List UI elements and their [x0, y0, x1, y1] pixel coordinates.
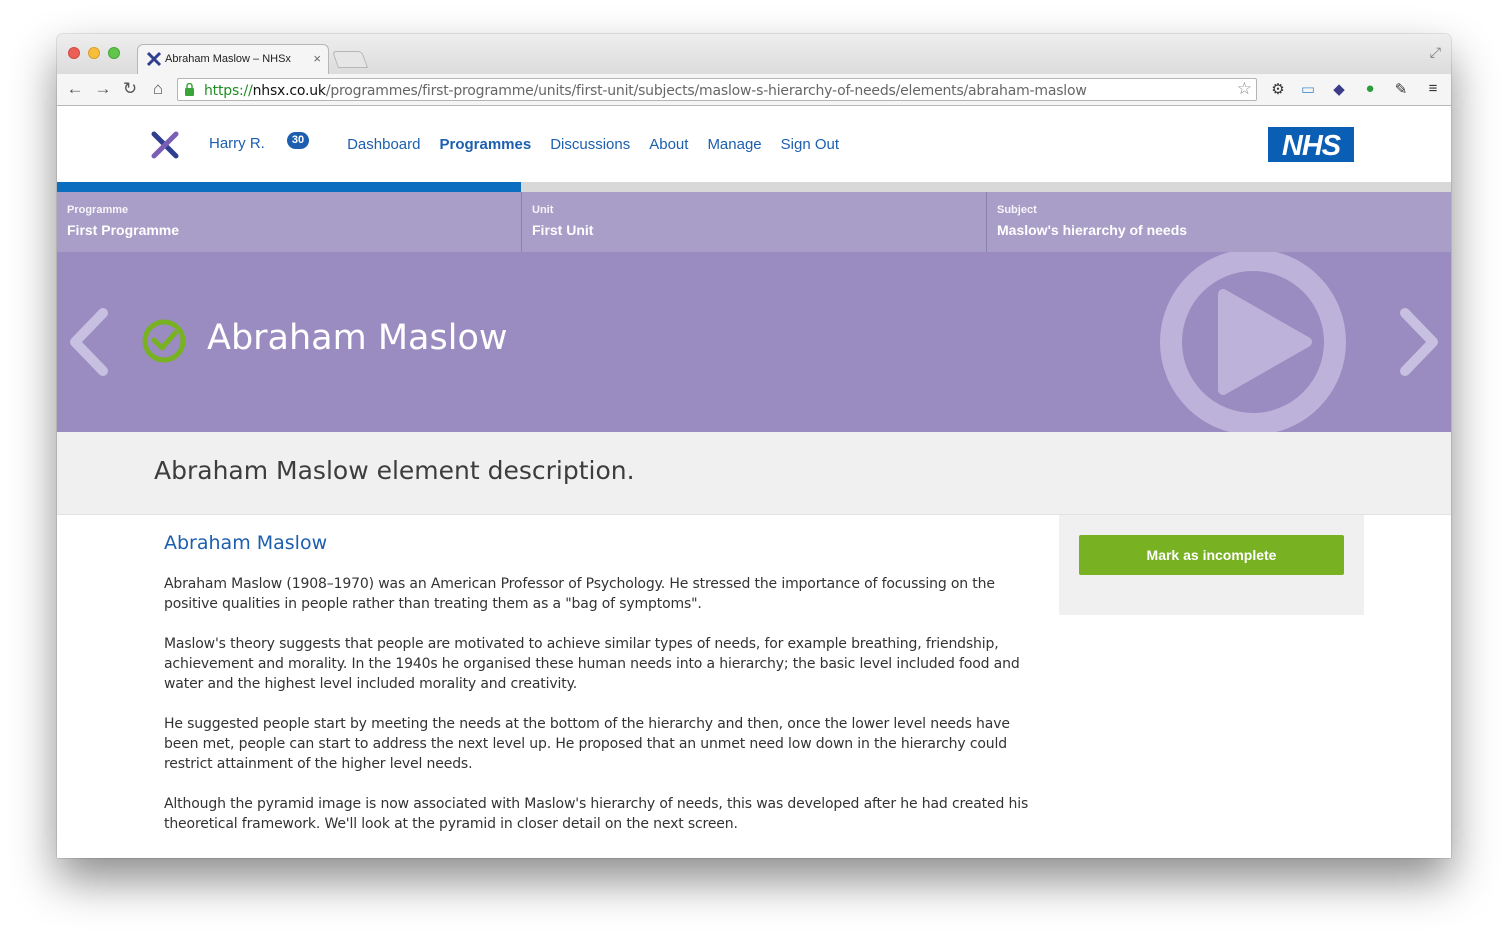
nav-manage[interactable]: Manage — [707, 136, 761, 153]
element-sidebar: Mark as incomplete — [1059, 515, 1364, 615]
nhsx-favicon-icon — [146, 51, 162, 67]
close-window-button[interactable] — [68, 47, 80, 59]
nav-about[interactable]: About — [649, 136, 688, 153]
evernote-icon[interactable]: ● — [1360, 80, 1380, 100]
new-tab-button[interactable] — [331, 51, 369, 68]
nav-discussions[interactable]: Discussions — [550, 136, 630, 153]
breadcrumb-subject[interactable]: Subject Maslow's hierarchy of needs — [987, 192, 1451, 252]
title-bar: Abraham Maslow – NHSx × ⤢ — [57, 34, 1451, 74]
mark-incomplete-button[interactable]: Mark as incomplete — [1079, 535, 1344, 575]
breadcrumb-unit[interactable]: Unit First Unit — [522, 192, 987, 252]
back-icon[interactable]: ← — [65, 79, 85, 99]
tab-close-icon[interactable]: × — [313, 51, 321, 66]
main-nav: Harry R. 30 Dashboard Programmes Discussi… — [209, 132, 858, 154]
browser-toolbar: ← → ↻ ⌂ https://nhsx.co.uk/programmes/fi… — [57, 74, 1451, 106]
settings-icon[interactable]: ⚙ — [1268, 80, 1288, 100]
element-content: Abraham Maslow Abraham Maslow (1908–1970… — [164, 532, 1034, 854]
lock-icon — [185, 83, 194, 96]
browser-window: Abraham Maslow – NHSx × ⤢ ← → ↻ ⌂ https:… — [57, 34, 1451, 858]
nhsx-logo-icon[interactable] — [151, 131, 179, 159]
reload-icon[interactable]: ↻ — [120, 79, 140, 99]
breadcrumb-value: First Programme — [67, 222, 180, 238]
nav-programmes[interactable]: Programmes — [439, 136, 531, 153]
element-hero: Abraham Maslow — [57, 252, 1451, 432]
breadcrumb-label: Programme — [67, 204, 129, 216]
extension-icon[interactable]: ◆ — [1329, 80, 1349, 100]
pin-icon[interactable]: ✎ — [1391, 80, 1411, 100]
tab-title: Abraham Maslow – NHSx — [165, 53, 291, 65]
notification-badge[interactable]: 30 — [286, 132, 310, 149]
progress-bar — [57, 182, 1451, 192]
browser-tab[interactable]: Abraham Maslow – NHSx × — [137, 44, 329, 74]
breadcrumb-label: Unit — [532, 204, 554, 216]
previous-arrow-icon[interactable] — [65, 307, 111, 377]
content-paragraph: Although the pyramid image is now associ… — [164, 796, 1029, 832]
star-icon[interactable]: ☆ — [1237, 79, 1252, 99]
nav-dashboard[interactable]: Dashboard — [347, 136, 420, 153]
address-bar[interactable]: https://nhsx.co.uk/programmes/first-prog… — [177, 78, 1257, 101]
url-text: https://nhsx.co.uk/programmes/first-prog… — [204, 83, 1087, 99]
zoom-window-button[interactable] — [108, 47, 120, 59]
breadcrumb-programme[interactable]: Programme First Programme — [57, 192, 522, 252]
user-link[interactable]: Harry R. 30 — [209, 132, 328, 154]
progress-bar-fill — [57, 182, 522, 192]
content-paragraph: Abraham Maslow (1908–1970) was an Americ… — [164, 576, 995, 612]
completed-check-icon — [142, 319, 186, 363]
element-title: Abraham Maslow — [207, 318, 508, 358]
minimize-window-button[interactable] — [88, 47, 100, 59]
forward-icon[interactable]: → — [93, 79, 113, 99]
site-header: Harry R. 30 Dashboard Programmes Discussi… — [57, 107, 1451, 182]
element-description: Abraham Maslow element description. — [154, 456, 635, 485]
next-arrow-icon[interactable] — [1397, 307, 1443, 377]
nav-sign-out[interactable]: Sign Out — [781, 136, 839, 153]
folder-icon[interactable]: ▭ — [1298, 80, 1318, 100]
element-description-band: Abraham Maslow element description. — [57, 432, 1451, 515]
web-page: Harry R. 30 Dashboard Programmes Discussi… — [57, 107, 1451, 858]
content-paragraph: Maslow's theory suggests that people are… — [164, 636, 1020, 692]
play-video-icon[interactable] — [1157, 252, 1349, 432]
menu-icon[interactable]: ≡ — [1423, 80, 1443, 100]
breadcrumb: Programme First Programme Unit First Uni… — [57, 192, 1451, 252]
home-icon[interactable]: ⌂ — [148, 79, 168, 99]
breadcrumb-value: Maslow's hierarchy of needs — [997, 222, 1188, 238]
fullscreen-icon[interactable]: ⤢ — [1430, 44, 1441, 61]
content-title: Abraham Maslow — [164, 532, 328, 554]
breadcrumb-value: First Unit — [532, 222, 594, 238]
nhs-logo: NHS — [1268, 127, 1354, 162]
breadcrumb-label: Subject — [997, 204, 1037, 216]
content-paragraph: He suggested people start by meeting the… — [164, 716, 1010, 772]
